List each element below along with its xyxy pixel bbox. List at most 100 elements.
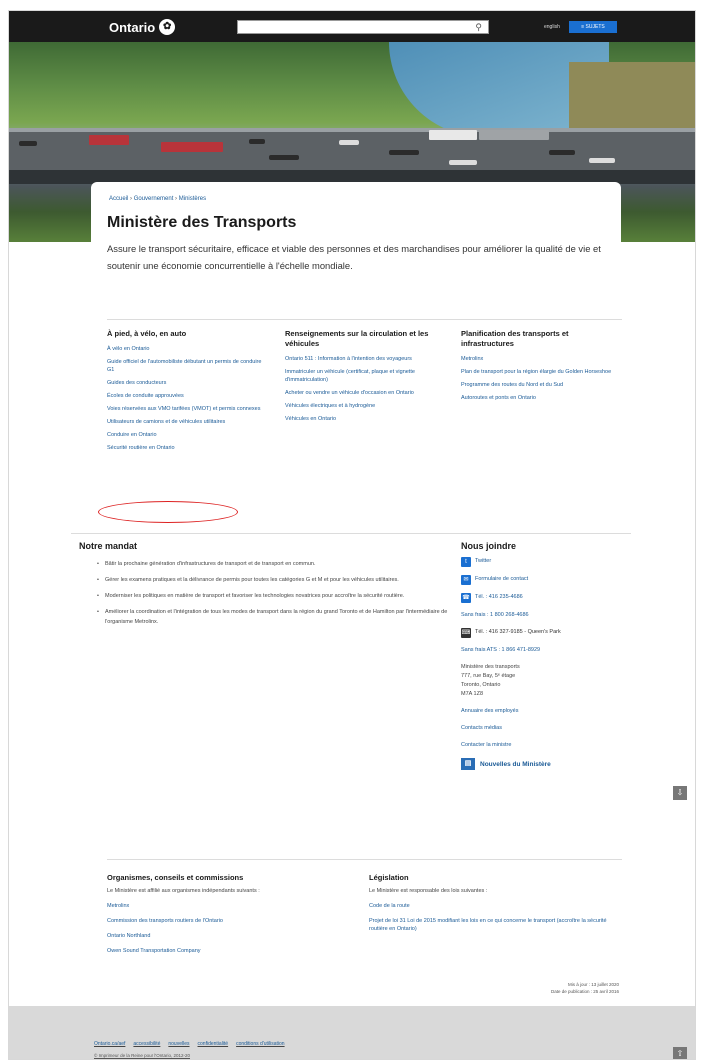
address-line: Ministère des transports bbox=[461, 664, 520, 670]
column-traffic: Renseignements sur la circulation et les… bbox=[285, 329, 445, 428]
ministry-news-link[interactable]: ▤ Nouvelles du Ministère bbox=[461, 758, 631, 770]
link-transport-plan[interactable]: Plan de transport pour la région élargie… bbox=[461, 368, 621, 376]
link-driving-in-ontario[interactable]: Conduire en Ontario bbox=[107, 431, 267, 439]
breadcrumb-ministries[interactable]: Ministères bbox=[179, 196, 206, 202]
ministry-news-label: Nouvelles du Ministère bbox=[480, 760, 551, 768]
hero-truck bbox=[429, 130, 477, 140]
search-icon[interactable]: ⚲ bbox=[475, 22, 482, 33]
tty-tollfree-label[interactable]: Sans frais ATS : 1 866 471-8929 bbox=[461, 646, 540, 655]
link-driver-handbook[interactable]: Guide officiel de l'automobiliste débuta… bbox=[107, 358, 267, 374]
address-line: M7A 1Z8 bbox=[461, 691, 484, 697]
link-vehicles-ontario[interactable]: Véhicules en Ontario bbox=[285, 415, 445, 423]
column-heading: Renseignements sur la circulation et les… bbox=[285, 329, 429, 348]
hero-car bbox=[389, 150, 419, 155]
link-metrolinx[interactable]: Metrolinx bbox=[461, 355, 621, 363]
back-to-top-icon[interactable]: ⇧ bbox=[673, 1047, 687, 1059]
tollfree-label[interactable]: Sans frais : 1 800 268-4686 bbox=[461, 611, 529, 620]
divider bbox=[107, 859, 622, 860]
footer-link[interactable]: Ontario.ca/aef bbox=[94, 1041, 125, 1047]
employee-directory-label[interactable]: Annuaire des employés bbox=[461, 707, 518, 716]
tollfree-link[interactable]: Sans frais : 1 800 268-4686 bbox=[461, 611, 631, 620]
logo-text: Ontario bbox=[109, 19, 156, 35]
feedback-icon[interactable]: ⇩ bbox=[673, 786, 687, 800]
hero-car bbox=[19, 141, 37, 146]
phone-link[interactable]: ☎ Tél. : 416 235-4686 bbox=[461, 593, 631, 603]
link-driving-schools[interactable]: Écoles de conduite approuvées bbox=[107, 392, 267, 400]
footer-links: Ontario.ca/aef accessibilité nouvelles c… bbox=[94, 1041, 285, 1047]
link-hot-lanes[interactable]: Voies réservées aux VMO tarifées (VMOT) … bbox=[107, 405, 267, 413]
twitter-link[interactable]: t Twitter bbox=[461, 557, 631, 567]
agency-link[interactable]: Metrolinx bbox=[107, 902, 357, 910]
link-ontario-511[interactable]: Ontario 511 : Information à l'intention … bbox=[285, 355, 445, 363]
footer-link[interactable]: conditions d'utilisation bbox=[236, 1041, 284, 1047]
agency-link[interactable]: Ontario Northland bbox=[107, 932, 357, 940]
updated-date: Mis à jour : 13 juillet 2020 bbox=[567, 982, 619, 987]
phone-label[interactable]: Tél. : 416 235-4686 bbox=[475, 593, 523, 602]
link-cycling[interactable]: À vélo en Ontario bbox=[107, 345, 267, 353]
agency-link[interactable]: Commission des transports routiers de l'… bbox=[107, 917, 357, 925]
link-register-vehicle[interactable]: Immatriculer un véhicule (certificat, pl… bbox=[285, 368, 445, 384]
employee-directory-link[interactable]: Annuaire des employés bbox=[461, 707, 631, 716]
media-contacts-link[interactable]: Contacts médias bbox=[461, 724, 631, 733]
search-input[interactable]: ⚲ bbox=[237, 20, 489, 34]
tty-icon: ⌨ bbox=[461, 628, 471, 638]
column-heading: Planification des transports et infrastr… bbox=[461, 329, 569, 348]
ontario-logo[interactable]: Ontario ✿ bbox=[109, 19, 176, 35]
page-dates: Mis à jour : 13 juillet 2020 Date de pub… bbox=[469, 981, 619, 995]
legislation-link[interactable]: Projet de loi 31 Loi de 2015 modifiant l… bbox=[369, 917, 619, 933]
link-highways-bridges[interactable]: Autoroutes et ponts en Ontario bbox=[461, 394, 621, 402]
footer-link[interactable]: confidentialité bbox=[198, 1041, 229, 1047]
hero-truck bbox=[479, 130, 549, 140]
contact-form-link[interactable]: ✉ Formulaire de contact bbox=[461, 575, 631, 585]
hero-truck bbox=[161, 142, 223, 152]
address-line: 777, rue Bay, 5ᵉ étage bbox=[461, 673, 516, 679]
newspaper-icon: ▤ bbox=[461, 758, 475, 770]
column-heading: À pied, à vélo, en auto bbox=[107, 329, 187, 338]
legislation-link[interactable]: Code de la route bbox=[369, 902, 619, 910]
link-roads-program[interactable]: Programme des routes du Nord et du Sud bbox=[461, 381, 621, 389]
contact-form-label[interactable]: Formulaire de contact bbox=[475, 575, 528, 584]
mandate-list: Bâtir la prochaine génération d'infrastr… bbox=[79, 559, 449, 627]
mailing-address: Ministère des transports 777, rue Bay, 5… bbox=[461, 663, 631, 699]
contact-section: Nous joindre t Twitter ✉ Formulaire de c… bbox=[461, 541, 631, 770]
mandate-section: Notre mandat Bâtir la prochaine générati… bbox=[79, 541, 449, 633]
copyright[interactable]: © Imprimeur de la Reine pour l'Ontario, … bbox=[94, 1053, 190, 1058]
contact-minister-link[interactable]: Contacter la ministre bbox=[461, 741, 631, 750]
breadcrumb: Accueil › Gouvernement › Ministères bbox=[109, 196, 207, 202]
link-electric-vehicles[interactable]: Véhicules électriques et à hydrogène bbox=[285, 402, 445, 410]
browser-page: Ontario ✿ ⚲ english ≡ SUJETS Accueil › G… bbox=[8, 10, 696, 1060]
contact-minister-label[interactable]: Contacter la ministre bbox=[461, 741, 511, 750]
agency-link[interactable]: Owen Sound Transportation Company bbox=[107, 947, 357, 955]
link-used-vehicle[interactable]: Acheter ou vendre un véhicule d'occasion… bbox=[285, 389, 445, 397]
tty-tollfree-link[interactable]: Sans frais ATS : 1 866 471-8929 bbox=[461, 646, 631, 655]
footer-link[interactable]: accessibilité bbox=[133, 1041, 160, 1047]
legislation-heading: Législation bbox=[369, 873, 409, 882]
hero-car bbox=[449, 160, 477, 165]
breadcrumb-home[interactable]: Accueil bbox=[109, 196, 128, 202]
twitter-label[interactable]: Twitter bbox=[475, 557, 491, 566]
agencies-heading: Organismes, conseils et commissions bbox=[107, 873, 244, 882]
divider bbox=[107, 319, 622, 320]
hero-car bbox=[589, 158, 615, 163]
mandate-item: Gérer les examens pratiques et la délivr… bbox=[97, 575, 449, 585]
footer-link[interactable]: nouvelles bbox=[168, 1041, 189, 1047]
footer bbox=[9, 1006, 695, 1059]
legislation-intro: Le Ministère est responsable des lois su… bbox=[369, 888, 488, 894]
tty-row: ⌨ Tél. : 416 327-9185 - Queen's Park bbox=[461, 628, 631, 638]
language-toggle[interactable]: english bbox=[544, 24, 560, 30]
title-card: Accueil › Gouvernement › Ministères Mini… bbox=[91, 182, 621, 302]
top-bar: Ontario ✿ ⚲ english ≡ SUJETS bbox=[9, 11, 695, 42]
media-contacts-label[interactable]: Contacts médias bbox=[461, 724, 502, 733]
trillium-icon: ✿ bbox=[159, 19, 176, 35]
red-annotation-circle bbox=[98, 501, 238, 523]
hero-car bbox=[549, 150, 575, 155]
breadcrumb-government[interactable]: Gouvernement bbox=[134, 196, 174, 202]
agencies-intro: Le Ministère est affilié aux organismes … bbox=[107, 888, 260, 894]
topics-menu-button[interactable]: ≡ SUJETS bbox=[569, 21, 617, 33]
contact-heading: Nous joindre bbox=[461, 541, 517, 551]
column-driving: À pied, à vélo, en auto À vélo en Ontari… bbox=[107, 329, 267, 457]
hero-truck bbox=[89, 135, 129, 145]
link-road-safety[interactable]: Sécurité routière en Ontario bbox=[107, 444, 267, 452]
link-driver-guides[interactable]: Guides des conducteurs bbox=[107, 379, 267, 387]
link-commercial-vehicles[interactable]: Utilisateurs de camions et de véhicules … bbox=[107, 418, 267, 426]
